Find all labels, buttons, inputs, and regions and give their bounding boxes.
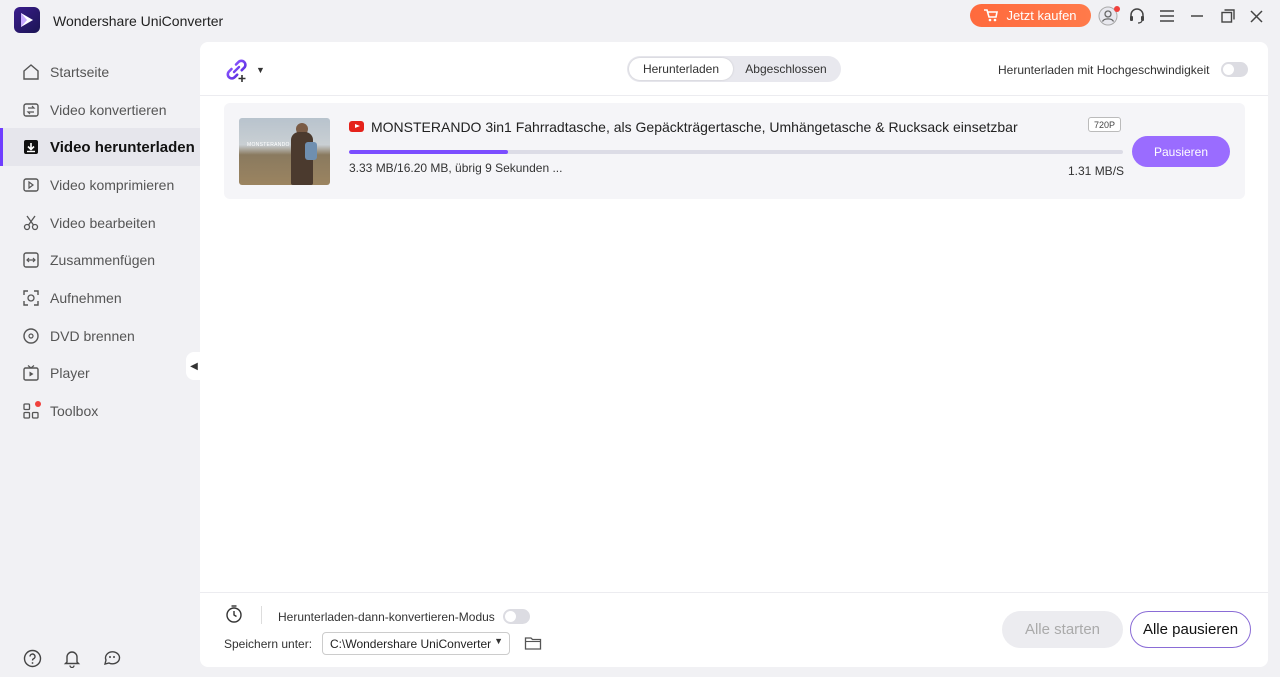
player-icon bbox=[22, 364, 40, 382]
sidebar-item-dvd-brennen[interactable]: DVD brennen bbox=[0, 317, 200, 355]
highspeed-label: Herunterladen mit Hochgeschwindigkeit bbox=[998, 62, 1210, 77]
highspeed-toggle[interactable] bbox=[1221, 62, 1249, 77]
folder-icon bbox=[524, 637, 542, 650]
sidebar-item-label: Video konvertieren bbox=[50, 101, 167, 118]
scissors-icon bbox=[22, 214, 40, 232]
sidebar-item-label: Player bbox=[50, 365, 90, 382]
headset-icon bbox=[1130, 8, 1144, 24]
toolbox-badge-dot bbox=[35, 401, 41, 408]
save-location-label: Speichern unter: bbox=[224, 637, 313, 651]
tab-switcher: Herunterladen Abgeschlossen bbox=[627, 56, 841, 82]
sidebar-item-label: Startseite bbox=[50, 63, 110, 80]
minimize-icon bbox=[1191, 15, 1203, 17]
download-icon bbox=[22, 138, 40, 156]
sidebar: Startseite Video konvertieren Video heru… bbox=[0, 53, 200, 430]
hamburger-icon bbox=[1160, 10, 1174, 22]
app-logo-icon bbox=[14, 7, 40, 33]
maximize-button[interactable] bbox=[1217, 5, 1239, 27]
sidebar-item-aufnehmen[interactable]: Aufnehmen bbox=[0, 279, 200, 317]
sidebar-item-label: Video herunterladen bbox=[50, 138, 195, 156]
resolution-badge: 720P bbox=[1088, 117, 1121, 132]
download-convert-mode: Herunterladen-dann-konvertieren-Modus bbox=[278, 609, 530, 624]
app-title: Wondershare UniConverter bbox=[53, 13, 224, 29]
buy-button[interactable]: Jetzt kaufen bbox=[970, 4, 1091, 27]
pause-all-button[interactable]: Alle pausieren bbox=[1130, 611, 1251, 648]
close-button[interactable] bbox=[1245, 5, 1267, 27]
sidebar-item-label: Video bearbeiten bbox=[50, 214, 156, 231]
schedule-button[interactable] bbox=[224, 604, 244, 624]
pause-button[interactable]: Pausieren bbox=[1132, 136, 1230, 167]
bell-icon bbox=[63, 650, 81, 668]
download-progress-bar bbox=[349, 150, 1123, 154]
sidebar-item-toolbox[interactable]: Toolbox bbox=[0, 392, 200, 430]
footer-separator bbox=[261, 606, 262, 624]
sidebar-bottom-icons bbox=[22, 648, 122, 668]
feedback-icon bbox=[104, 650, 121, 665]
feedback-button[interactable] bbox=[102, 648, 122, 668]
restore-icon bbox=[1221, 9, 1235, 23]
chevron-left-icon: ◀ bbox=[190, 360, 198, 372]
save-path-value: C:\Wondershare UniConverter bbox=[330, 636, 492, 651]
tab-herunterladen[interactable]: Herunterladen bbox=[629, 58, 733, 80]
download-size-status: 3.33 MB/16.20 MB, übrig 9 Sekunden ... bbox=[349, 161, 563, 175]
add-url-button[interactable]: ▼ bbox=[224, 57, 265, 83]
close-icon bbox=[1249, 9, 1263, 23]
download-item[interactable]: MONSTERANDO MONSTERANDO 3in1 Fahrradtasc… bbox=[224, 103, 1245, 199]
sidebar-item-video-herunterladen[interactable]: Video herunterladen bbox=[0, 128, 200, 167]
home-icon bbox=[22, 63, 40, 81]
main-panel: ▼ Herunterladen Abgeschlossen Herunterla… bbox=[200, 42, 1268, 667]
sidebar-item-label: Zusammenfügen bbox=[50, 252, 156, 269]
download-convert-mode-toggle[interactable] bbox=[502, 609, 530, 624]
sidebar-item-video-bearbeiten[interactable]: Video bearbeiten bbox=[0, 204, 200, 242]
sidebar-item-label: Toolbox bbox=[50, 403, 99, 420]
link-add-icon bbox=[226, 59, 247, 82]
sidebar-item-zusammenfuegen[interactable]: Zusammenfügen bbox=[0, 241, 200, 279]
chevron-down-icon: ▼ bbox=[256, 65, 265, 75]
chevron-down-icon: ▼ bbox=[494, 636, 503, 646]
sidebar-item-label: Aufnehmen bbox=[50, 289, 122, 306]
account-button[interactable] bbox=[1097, 5, 1120, 27]
footer-divider bbox=[200, 592, 1268, 593]
support-button[interactable] bbox=[1126, 5, 1148, 27]
sidebar-item-label: Video komprimieren bbox=[50, 176, 175, 193]
download-convert-mode-label: Herunterladen-dann-konvertieren-Modus bbox=[278, 609, 495, 624]
sidebar-item-video-komprimieren[interactable]: Video komprimieren bbox=[0, 166, 200, 204]
thumbnail-caption: MONSTERANDO bbox=[247, 142, 290, 148]
disc-icon bbox=[22, 327, 40, 345]
download-progress-fill bbox=[349, 150, 509, 154]
save-path-select[interactable]: C:\Wondershare UniConverter ▼ bbox=[322, 632, 510, 655]
help-button[interactable] bbox=[22, 648, 42, 668]
cart-icon bbox=[984, 9, 999, 22]
download-speed: 1.31 MB/S bbox=[1068, 164, 1125, 178]
sidebar-item-label: DVD brennen bbox=[50, 327, 135, 344]
buy-button-label: Jetzt kaufen bbox=[1006, 8, 1077, 23]
minimize-button[interactable] bbox=[1186, 5, 1208, 27]
compress-icon bbox=[22, 176, 40, 194]
notifications-button[interactable] bbox=[62, 648, 82, 668]
sidebar-item-player[interactable]: Player bbox=[0, 355, 200, 393]
convert-icon bbox=[22, 101, 40, 119]
menu-button[interactable] bbox=[1156, 5, 1178, 27]
timer-icon bbox=[226, 605, 242, 623]
start-all-button[interactable]: Alle starten bbox=[1002, 611, 1123, 648]
sidebar-item-video-konvertieren[interactable]: Video konvertieren bbox=[0, 91, 200, 129]
highspeed-setting: Herunterladen mit Hochgeschwindigkeit bbox=[998, 62, 1249, 77]
help-icon bbox=[23, 649, 41, 667]
merge-icon bbox=[22, 251, 40, 269]
youtube-icon bbox=[349, 121, 364, 132]
video-thumbnail: MONSTERANDO bbox=[239, 118, 330, 185]
record-icon bbox=[22, 289, 40, 307]
tab-abgeschlossen[interactable]: Abgeschlossen bbox=[733, 58, 839, 80]
notification-dot bbox=[1114, 6, 1120, 12]
header-divider bbox=[200, 95, 1268, 96]
video-title: MONSTERANDO 3in1 Fahrradtasche, als Gepä… bbox=[371, 119, 1018, 135]
title-bar: Wondershare UniConverter Jetzt kaufen bbox=[0, 0, 1280, 40]
thumbnail-backpack bbox=[305, 142, 317, 160]
sidebar-item-startseite[interactable]: Startseite bbox=[0, 53, 200, 91]
open-folder-button[interactable] bbox=[524, 635, 542, 656]
